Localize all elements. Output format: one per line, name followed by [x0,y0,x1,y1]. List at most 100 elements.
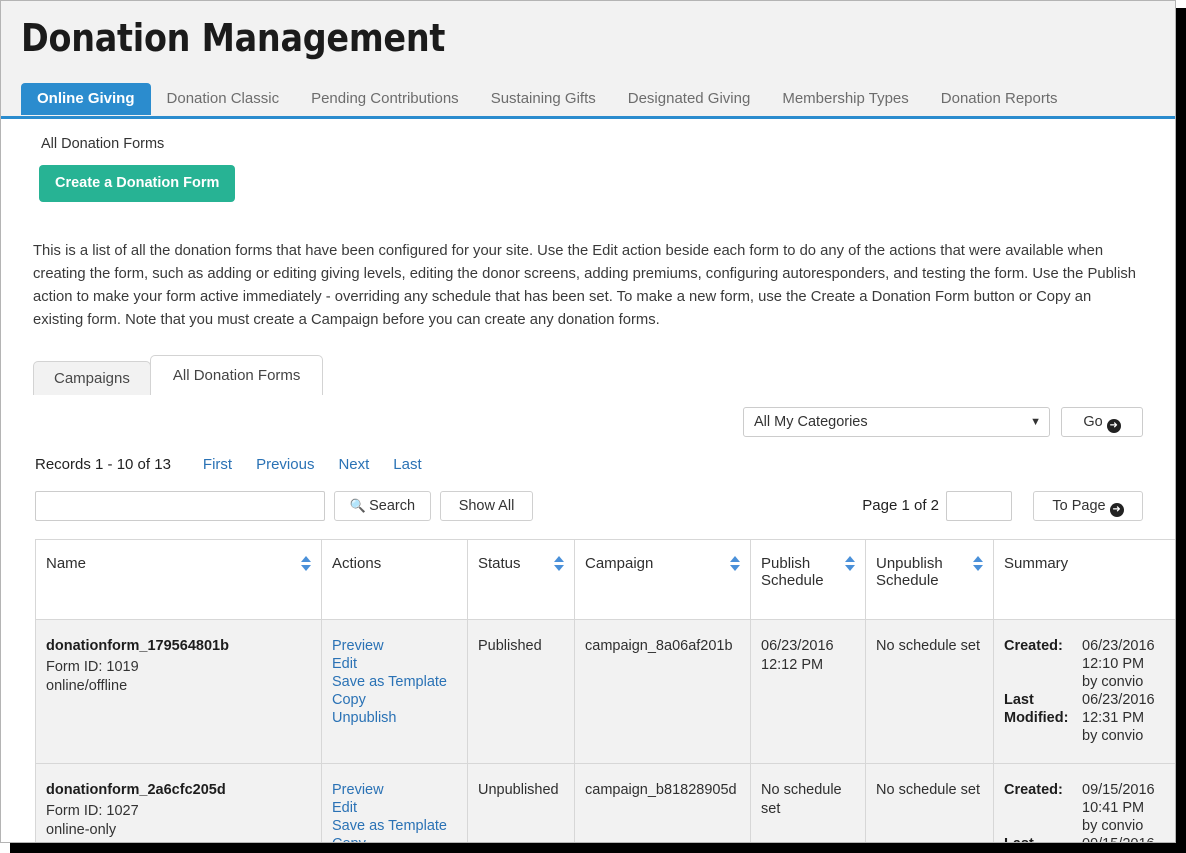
summary-modified-date: 09/15/2016 [1082,835,1165,842]
column-header-label: Unpublish Schedule [876,555,943,589]
status-badge: Unpublished [478,782,559,798]
action-link-copy[interactable]: Copy [332,691,457,709]
summary-modified-label-line1: Last [1004,692,1034,708]
sort-toggle-icon[interactable] [301,556,312,573]
page-number-input[interactable] [946,491,1012,521]
column-header-name[interactable]: Name [35,539,322,620]
column-header-label: Publish Schedule [761,555,824,589]
donation-forms-table: Name Actions Status Campaign Publish Schedul… [35,539,1175,842]
cell-name: donationform_179564801b Form ID: 1019 onli… [35,619,322,764]
search-button[interactable]: 🔍 Search [334,491,431,521]
records-pagination-row: Records 1 - 10 of 13 First Previous Next Las… [35,456,1157,473]
summary-spacer [1004,727,1082,745]
sort-toggle-icon[interactable] [730,556,741,573]
action-link-edit[interactable]: Edit [332,655,457,673]
action-link-preview[interactable]: Preview [332,781,457,799]
app-header: Donation Management [1,1,1175,83]
form-kind: online-only [46,822,117,838]
cell-publish-schedule: 06/23/2016 12:12 PM [750,619,866,764]
table-body: donationform_179564801b Form ID: 1019 onli… [35,619,1175,842]
summary-created-by: by convio [1082,674,1144,690]
pagination-last-link[interactable]: Last [393,456,421,473]
go-button-label: Go [1083,414,1103,430]
column-header-label: Name [46,555,87,572]
form-kind: online/offline [46,678,128,694]
main-tab-donation-reports[interactable]: Donation Reports [925,83,1074,115]
search-row: 🔍 Search Show All Page 1 of 2 To Page ➜ [19,485,1157,531]
summary-grid: Created:09/15/201610:41 PMby convioLast0… [1004,781,1165,842]
browser-window: Donation Management Online Giving Donatio… [0,0,1176,843]
action-link-save-as-template[interactable]: Save as Template [332,817,457,835]
action-link-unpublish[interactable]: Unpublish [332,709,457,727]
column-header-label: Summary [1004,555,1069,572]
main-tab-online-giving[interactable]: Online Giving [21,83,151,115]
page-of-label: Page 1 of 2 [862,497,939,514]
column-header-unpublish-schedule[interactable]: Unpublish Schedule [865,539,994,620]
cell-campaign: campaign_8a06af201b [574,619,751,764]
column-header-summary: Summary [993,539,1175,620]
window-shadow-right [1176,8,1186,853]
column-header-publish-schedule[interactable]: Publish Schedule [750,539,866,620]
form-id: Form ID: 1027 [46,803,139,819]
form-name: donationform_2a6cfc205d [46,782,226,798]
cell-actions: PreviewEditSave as TemplateCopyPublishAr… [321,763,468,842]
pagination-previous-link[interactable]: Previous [256,456,314,473]
summary-modified-label-line1: Last [1004,835,1082,842]
screenshot-root: Donation Management Online Giving Donatio… [0,0,1186,853]
category-filter-row: All My Categories ▼ Go ➜ [19,400,1157,446]
go-button[interactable]: Go ➜ [1061,407,1143,437]
sort-toggle-icon[interactable] [554,556,565,573]
page-content: All Donation Forms Create a Donation For… [1,119,1175,842]
column-header-status[interactable]: Status [467,539,575,620]
table-row: donationform_179564801b Form ID: 1019 onli… [35,619,1175,764]
sort-toggle-icon[interactable] [845,556,856,573]
window-shadow-bottom [10,843,1186,853]
table-row: donationform_2a6cfc205d Form ID: 1027 onli… [35,763,1175,842]
form-name: donationform_179564801b [46,638,229,654]
summary-spacer [1004,655,1082,673]
cell-status: Published [467,619,575,764]
sub-tab-all-donation-forms[interactable]: All Donation Forms [149,355,324,395]
column-header-label: Status [478,555,521,572]
cell-unpublish-schedule: No schedule set [865,763,994,842]
summary-created-date: 06/23/2016 [1082,638,1155,654]
action-link-save-as-template[interactable]: Save as Template [332,673,457,691]
column-header-actions: Actions [321,539,468,620]
chevron-down-icon: ▼ [1030,416,1041,428]
cell-unpublish-schedule: No schedule set [865,619,994,764]
search-input[interactable] [35,491,325,521]
table-header-row: Name Actions Status Campaign Publish Schedul… [35,539,1175,620]
summary-modified-time: 12:31 PM [1082,710,1145,726]
sort-toggle-icon[interactable] [973,556,984,573]
publish-schedule-value: No schedule set [761,782,842,817]
action-link-preview[interactable]: Preview [332,637,457,655]
category-select[interactable]: All My Categories ▼ [743,407,1050,437]
main-tab-membership-types[interactable]: Membership Types [766,83,924,115]
unpublish-schedule-value: No schedule set [876,638,980,654]
summary-modified-date: 06/23/2016 [1082,692,1155,708]
main-tab-sustaining-gifts[interactable]: Sustaining Gifts [475,83,612,115]
publish-schedule-value: 06/23/2016 12:12 PM [761,638,834,673]
main-tab-donation-classic[interactable]: Donation Classic [151,83,296,115]
pagination-next-link[interactable]: Next [338,456,369,473]
main-tab-pending-contributions[interactable]: Pending Contributions [295,83,475,115]
pagination-first-link[interactable]: First [203,456,232,473]
cell-summary: Created: 06/23/2016 12:10 PM by convio Last 0… [993,619,1175,764]
cell-publish-schedule: No schedule set [750,763,866,842]
main-tab-designated-giving[interactable]: Designated Giving [612,83,767,115]
show-all-button[interactable]: Show All [440,491,533,521]
cell-summary: Created:09/15/201610:41 PMby convioLast0… [993,763,1175,842]
table-header: Name Actions Status Campaign Publish Schedul… [35,539,1175,620]
action-link-edit[interactable]: Edit [332,799,457,817]
summary-created-label: Created: [1004,782,1063,798]
column-header-label: Campaign [585,555,654,572]
cell-campaign: campaign_b81828905d [574,763,751,842]
to-page-button[interactable]: To Page ➜ [1033,491,1143,521]
create-donation-form-button[interactable]: Create a Donation Form [39,165,236,202]
summary-spacer [1004,673,1082,691]
sub-tab-campaigns[interactable]: Campaigns [33,361,151,395]
main-tab-bar: Online Giving Donation Classic Pending Con… [1,83,1175,119]
action-link-copy[interactable]: Copy [332,835,457,842]
column-header-campaign[interactable]: Campaign [574,539,751,620]
records-count-label: Records 1 - 10 of 13 [35,456,171,473]
